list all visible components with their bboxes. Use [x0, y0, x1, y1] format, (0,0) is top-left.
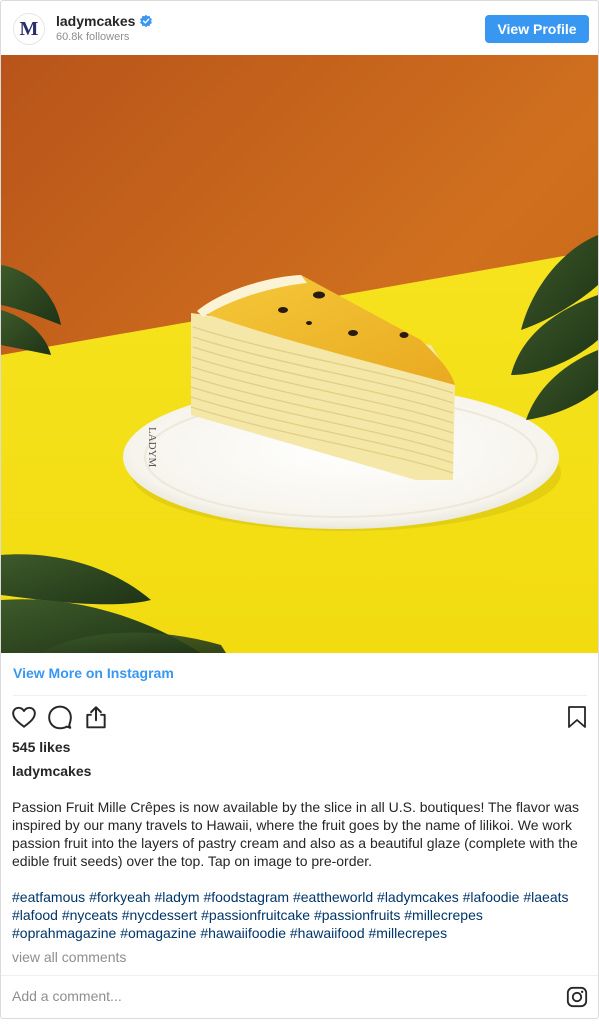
view-all-comments-link[interactable]: view all comments [12, 949, 126, 965]
heart-icon[interactable] [11, 704, 37, 730]
username-row: ladymcakes [56, 13, 153, 29]
hashtag-link[interactable]: #lafood [12, 907, 58, 923]
hashtags: #eatfamous #forkyeah #ladym #foodstagram… [12, 888, 587, 942]
hashtag-link[interactable]: #millecrepes [404, 907, 483, 923]
username[interactable]: ladymcakes [56, 13, 135, 29]
caption-username[interactable]: ladymcakes [12, 763, 91, 779]
hashtag-link[interactable]: #ladym [154, 889, 199, 905]
hashtag-link[interactable]: #oprahmagazine [12, 925, 116, 941]
post-header: M ladymcakes 60.8k followers View Profil… [1, 1, 598, 55]
avatar[interactable]: M [13, 13, 45, 45]
hashtag-link[interactable]: #eattheworld [293, 889, 373, 905]
view-more-on-instagram-link[interactable]: View More on Instagram [13, 665, 174, 681]
hashtag-link[interactable]: #laeats [523, 889, 568, 905]
followers-count: 60.8k followers [56, 31, 130, 43]
hashtag-link[interactable]: #lafoodie [463, 889, 520, 905]
comment-icon[interactable] [47, 704, 73, 730]
instagram-embed-card: M ladymcakes 60.8k followers View Profil… [0, 0, 599, 1019]
hashtag-link[interactable]: #omagazine [120, 925, 196, 941]
plate-logo-text: LADYM [146, 427, 158, 468]
hashtag-link[interactable]: #forkyeah [89, 889, 150, 905]
divider [13, 695, 587, 696]
hashtag-link[interactable]: #ladymcakes [377, 889, 459, 905]
hashtag-link[interactable]: #millecrepes [369, 925, 448, 941]
add-comment-input[interactable]: Add a comment... [12, 988, 122, 1004]
hashtag-link[interactable]: #foodstagram [203, 889, 289, 905]
likes-count[interactable]: 545 likes [12, 739, 70, 755]
bookmark-icon[interactable] [566, 705, 588, 729]
verified-icon [140, 14, 153, 28]
post-photo[interactable]: LADYM [1, 55, 598, 653]
share-icon[interactable] [83, 704, 109, 730]
hashtag-link[interactable]: #passionfruits [314, 907, 400, 923]
hashtag-link[interactable]: #eatfamous [12, 889, 85, 905]
hashtag-link[interactable]: #nycdessert [122, 907, 197, 923]
hashtag-link[interactable]: #nyceats [62, 907, 118, 923]
hashtag-link[interactable]: #hawaiifoodie [200, 925, 286, 941]
action-bar [11, 704, 109, 730]
caption-text: Passion Fruit Mille Crêpes is now availa… [12, 799, 579, 869]
hashtag-link[interactable]: #hawaiifood [290, 925, 365, 941]
instagram-icon[interactable] [566, 986, 588, 1008]
hashtag-link[interactable]: #passionfruitcake [201, 907, 310, 923]
divider [1, 975, 598, 976]
view-profile-button[interactable]: View Profile [485, 15, 589, 43]
